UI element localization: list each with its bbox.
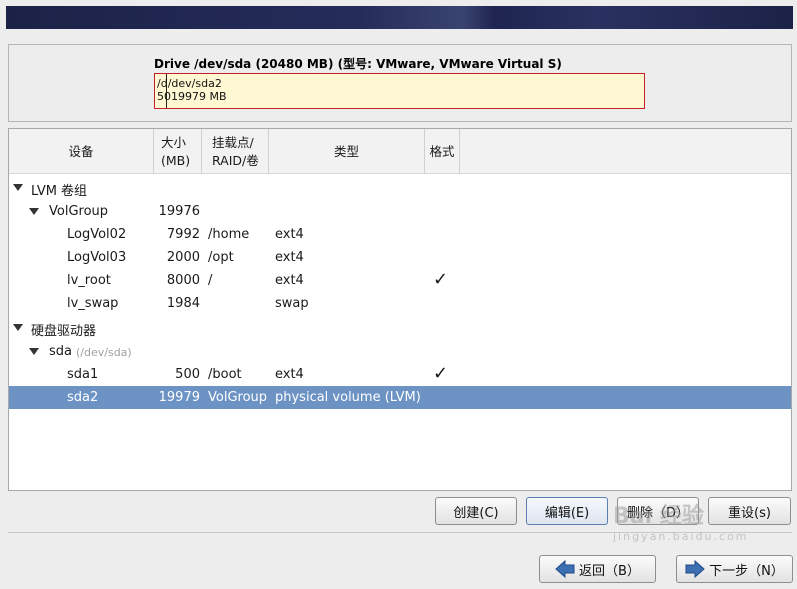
row-device: 硬盘驱动器 bbox=[31, 324, 97, 339]
tree-row-lv-swap[interactable]: lv_swap 1984 swap bbox=[9, 292, 791, 315]
partition-tree[interactable]: 设备 大小 (MB) 挂载点/ RAID/卷 类型 格式 LVM 卷组 VolG… bbox=[8, 128, 792, 491]
tree-row-logvol03[interactable]: LogVol03 2000 /opt ext4 bbox=[9, 246, 791, 269]
drive-panel: Drive /dev/sda (20480 MB) (型号: VMware, V… bbox=[8, 44, 792, 122]
row-device: lv_root bbox=[67, 273, 111, 288]
column-header-mount[interactable]: 挂载点/ RAID/卷 bbox=[202, 129, 269, 174]
row-type: ext4 bbox=[275, 273, 304, 288]
tree-row-logvol02[interactable]: LogVol02 7992 /home ext4 bbox=[9, 223, 791, 246]
expander-triangle-icon[interactable] bbox=[13, 184, 23, 191]
column-header-label: 设备 bbox=[68, 143, 94, 159]
tree-row-sda2[interactable]: sda2 19979 VolGroup physical volume (LVM… bbox=[9, 386, 791, 409]
column-header-format[interactable]: 格式 bbox=[425, 129, 460, 174]
drive-title: Drive /dev/sda (20480 MB) (型号: VMware, V… bbox=[154, 57, 562, 71]
column-header-label: RAID/卷 bbox=[212, 152, 259, 168]
column-header-label: 格式 bbox=[429, 143, 455, 159]
reset-button[interactable]: 重设(s) bbox=[708, 497, 791, 525]
next-button[interactable]: 下一步（N） bbox=[676, 555, 793, 583]
create-button[interactable]: 创建(C) bbox=[435, 497, 517, 525]
row-size: 2000 bbox=[166, 250, 200, 265]
row-device: sda2 bbox=[67, 390, 99, 405]
column-header-device[interactable]: 设备 bbox=[9, 129, 154, 174]
tree-row-sda1[interactable]: sda1 500 /boot ext4 ✓ bbox=[9, 363, 791, 386]
segment-label-line1: /d/dev/sda2 bbox=[157, 77, 222, 90]
back-button[interactable]: 返回（B） bbox=[539, 555, 656, 583]
tree-row-sda[interactable]: sda (/dev/sda) bbox=[9, 340, 791, 363]
row-device: LogVol03 bbox=[67, 250, 127, 265]
column-header-size[interactable]: 大小 (MB) bbox=[154, 129, 202, 174]
arrow-left-icon bbox=[555, 560, 575, 578]
row-type: swap bbox=[275, 296, 309, 311]
row-size: 19979 bbox=[158, 390, 200, 405]
column-header-label: 挂载点/ bbox=[212, 134, 254, 150]
edit-button[interactable]: 编辑(E) bbox=[526, 497, 608, 525]
row-size: 19976 bbox=[158, 204, 200, 219]
drive-partition-bar[interactable]: /d/dev/sda2 5019979 MB bbox=[154, 73, 645, 109]
row-mount: /opt bbox=[208, 250, 234, 265]
row-size: 8000 bbox=[166, 273, 200, 288]
row-device: lv_swap bbox=[67, 296, 119, 311]
tree-row-lv-root[interactable]: lv_root 8000 / ext4 ✓ bbox=[9, 269, 791, 292]
row-mount: VolGroup bbox=[208, 390, 268, 405]
delete-button[interactable]: 删除（D） bbox=[617, 497, 699, 525]
row-device: LogVol02 bbox=[67, 227, 127, 242]
column-header-label: 大小 bbox=[161, 134, 187, 150]
format-check-icon: ✓ bbox=[433, 269, 449, 290]
row-device: VolGroup bbox=[49, 204, 109, 219]
top-banner bbox=[6, 6, 793, 29]
separator bbox=[8, 532, 792, 533]
row-device-path: (/dev/sda) bbox=[76, 346, 132, 359]
column-header-label: 类型 bbox=[333, 143, 359, 159]
segment-label-line2: 5019979 MB bbox=[157, 90, 227, 103]
table-header: 设备 大小 (MB) 挂载点/ RAID/卷 类型 格式 bbox=[9, 129, 791, 174]
expander-triangle-icon[interactable] bbox=[13, 324, 23, 331]
tree-row-hard-drives[interactable]: 硬盘驱动器 bbox=[9, 316, 791, 339]
row-mount: /home bbox=[208, 227, 250, 242]
row-size: 1984 bbox=[166, 296, 200, 311]
row-mount: /boot bbox=[208, 367, 242, 382]
next-button-label: 下一步（N） bbox=[709, 563, 784, 579]
row-mount: / bbox=[208, 273, 213, 288]
column-header-label: (MB) bbox=[161, 152, 191, 168]
row-type: ext4 bbox=[275, 227, 304, 242]
row-device: sda1 bbox=[67, 367, 99, 382]
row-type: ext4 bbox=[275, 250, 304, 265]
row-size: 7992 bbox=[166, 227, 200, 242]
back-button-label: 返回（B） bbox=[579, 563, 640, 579]
row-device: sda bbox=[49, 344, 72, 359]
tree-row-lvm-group[interactable]: LVM 卷组 bbox=[9, 176, 791, 199]
expander-triangle-icon[interactable] bbox=[29, 348, 39, 355]
row-type: physical volume (LVM) bbox=[275, 390, 421, 405]
partition-segment-label: /d/dev/sda2 5019979 MB bbox=[157, 77, 227, 103]
row-size: 500 bbox=[175, 367, 200, 382]
row-type: ext4 bbox=[275, 367, 304, 382]
format-check-icon: ✓ bbox=[433, 363, 449, 384]
tree-row-volgroup[interactable]: VolGroup 19976 bbox=[9, 200, 791, 223]
arrow-right-icon bbox=[685, 560, 705, 578]
row-device: LVM 卷组 bbox=[31, 184, 88, 199]
expander-triangle-icon[interactable] bbox=[29, 208, 39, 215]
column-header-type[interactable]: 类型 bbox=[269, 129, 425, 174]
